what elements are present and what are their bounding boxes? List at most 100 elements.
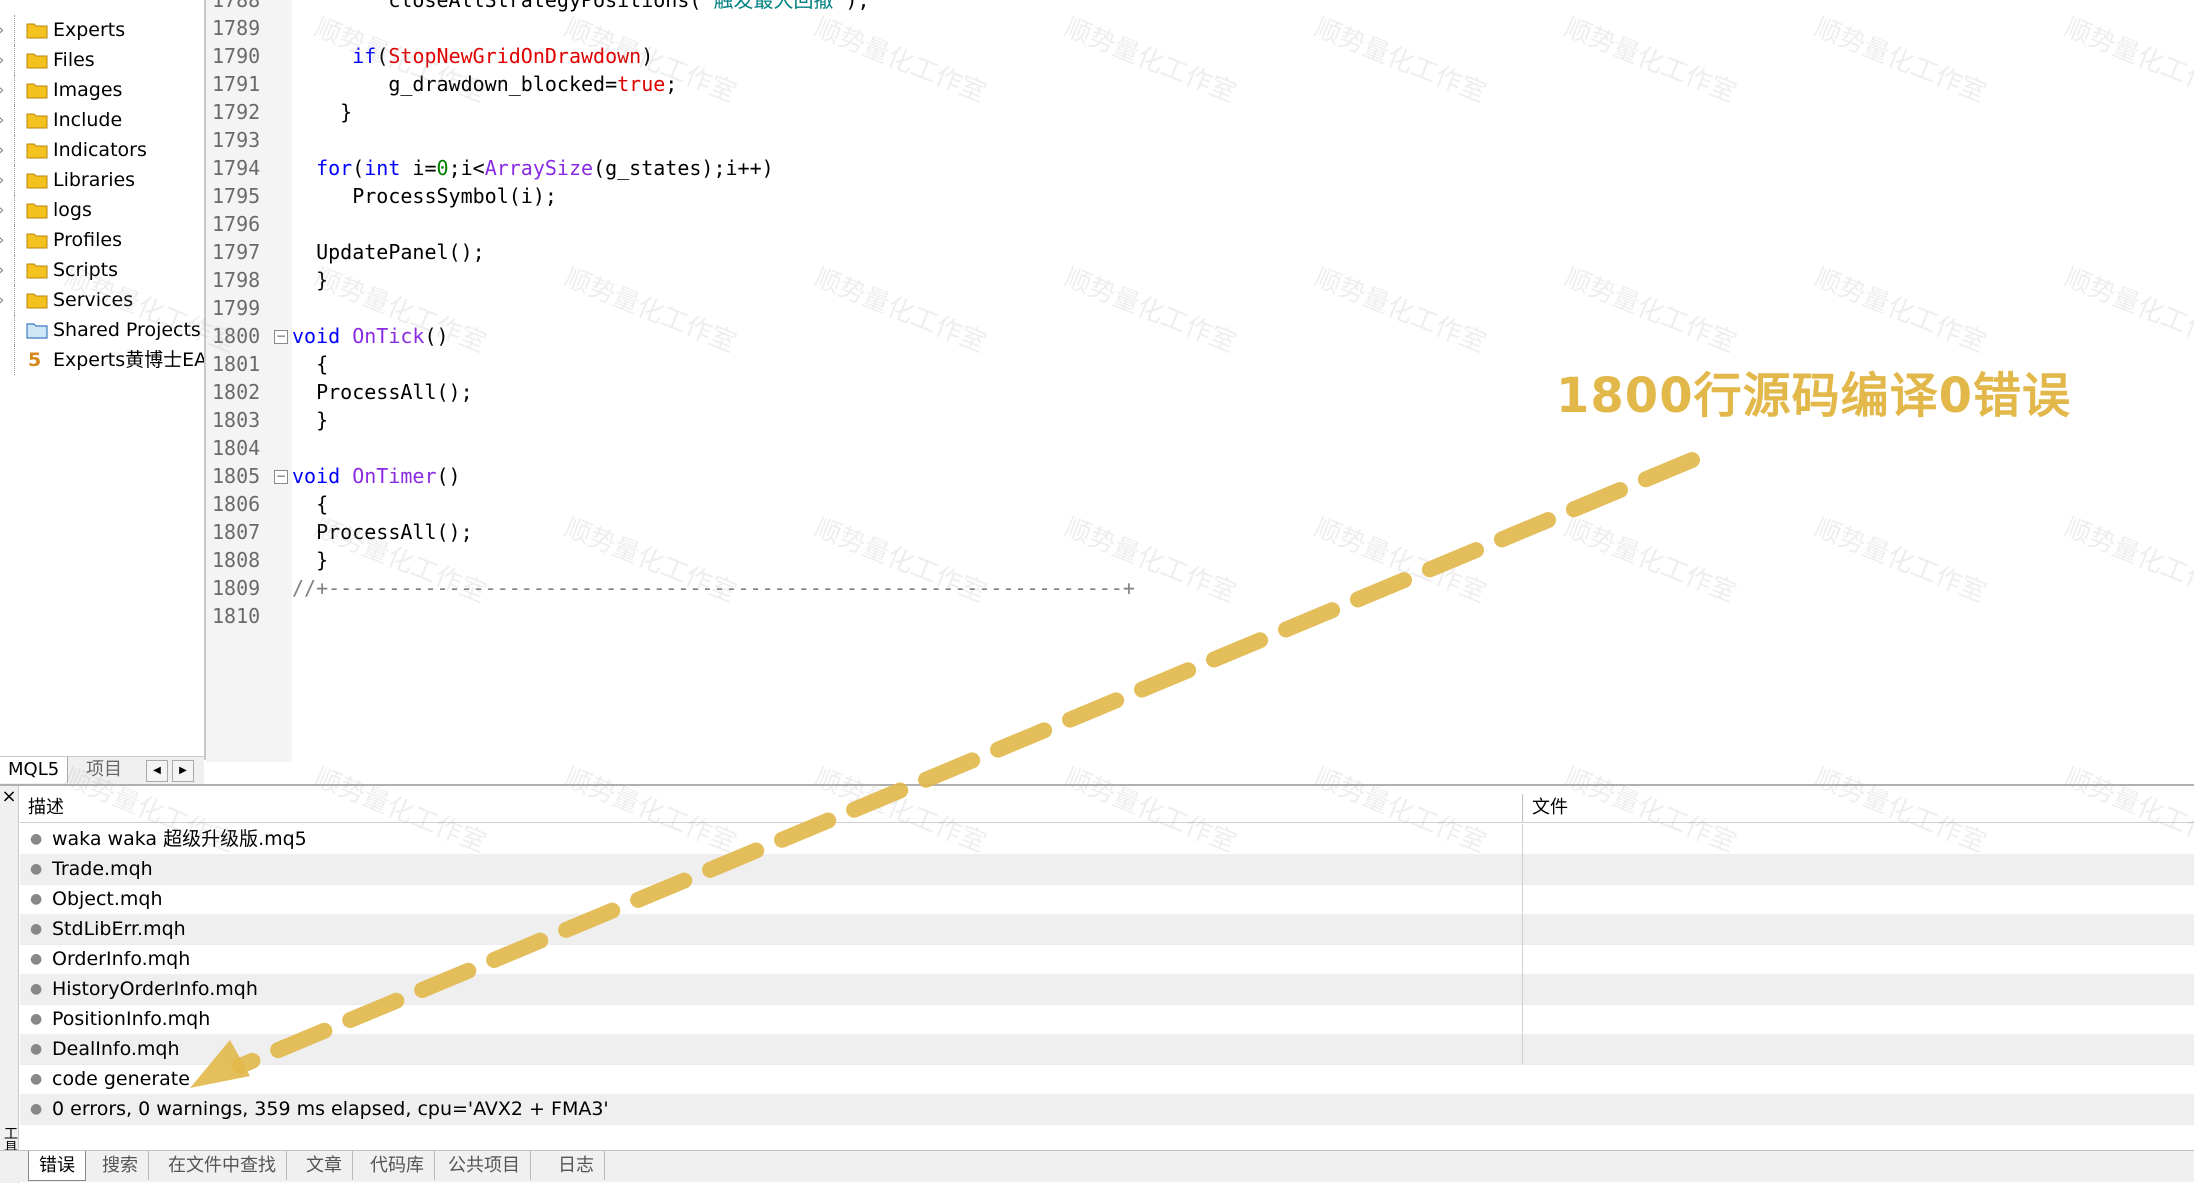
code-line[interactable]: g_drawdown_blocked=true;	[292, 70, 677, 98]
expand-chevron-icon[interactable]: ›	[0, 195, 10, 225]
folder-icon	[26, 233, 48, 249]
tree-connector	[14, 345, 16, 375]
tab-mql5[interactable]: MQL5	[0, 757, 69, 783]
column-divider	[1522, 1034, 1523, 1064]
navigator-item[interactable]: Shared Projects	[0, 315, 204, 345]
message-row[interactable]: ● OrderInfo.mqh	[20, 944, 2194, 975]
message-text: OrderInfo.mqh	[52, 948, 191, 970]
navigator-item[interactable]: › Services	[0, 285, 204, 315]
code-line[interactable]: if(StopNewGridOnDrawdown)	[292, 42, 653, 70]
navigator-item-label: Scripts	[53, 259, 119, 281]
toolbox-tab[interactable]: 在文件中查找	[158, 1151, 287, 1180]
tree-connector	[14, 15, 16, 45]
toolbox-tab[interactable]: 文章	[296, 1151, 353, 1180]
mq5-file-icon: 5	[28, 349, 42, 371]
message-row[interactable]: ● HistoryOrderInfo.mqh	[20, 974, 2194, 1005]
expand-chevron-icon[interactable]: ›	[0, 255, 10, 285]
column-header-description[interactable]: 描述	[28, 794, 64, 822]
line-number: 1792	[212, 100, 261, 124]
navigator-item-label: Experts黄博士EA.i	[53, 349, 206, 371]
message-row[interactable]: ● waka waka 超级升级版.mq5	[20, 824, 2194, 855]
navigator-item[interactable]: › Scripts	[0, 255, 204, 285]
tab-scroll-left-icon[interactable]: ◀	[146, 760, 168, 782]
line-number: 1797	[212, 240, 261, 264]
info-bullet-icon: ●	[30, 921, 43, 937]
expand-chevron-icon[interactable]: ›	[0, 75, 10, 105]
navigator-item[interactable]: › Images	[0, 75, 204, 105]
navigator-item[interactable]: › Profiles	[0, 225, 204, 255]
code-line[interactable]: }	[292, 546, 328, 574]
navigator-item[interactable]: › Libraries	[0, 165, 204, 195]
column-header-file[interactable]: 文件	[1532, 794, 1568, 822]
close-icon[interactable]: ×	[0, 788, 18, 806]
tree-connector	[14, 105, 16, 135]
navigator-item[interactable]: › logs	[0, 195, 204, 225]
message-row[interactable]: ● Trade.mqh	[20, 854, 2194, 885]
line-number: 1804	[212, 436, 261, 460]
navigator-item[interactable]: › Include	[0, 105, 204, 135]
code-line[interactable]: {	[292, 350, 328, 378]
navigator-item-label: Indicators	[53, 139, 147, 161]
code-line[interactable]: {	[292, 490, 328, 518]
expand-chevron-icon[interactable]: ›	[0, 45, 10, 75]
line-number: 1799	[212, 296, 261, 320]
code-line[interactable]: ProcessAll();	[292, 518, 473, 546]
line-number: 1789	[212, 16, 261, 40]
toolbox-tab[interactable]: 日志	[548, 1151, 605, 1180]
fold-toggle-icon[interactable]: −	[274, 470, 288, 484]
expand-chevron-icon[interactable]: ›	[0, 135, 10, 165]
code-line[interactable]: UpdatePanel();	[292, 238, 485, 266]
expand-chevron-icon[interactable]: ›	[0, 15, 10, 45]
code-line[interactable]: ProcessSymbol(i);	[292, 182, 557, 210]
message-row[interactable]: ● PositionInfo.mqh	[20, 1004, 2194, 1035]
folder-icon	[26, 293, 48, 309]
message-text: PositionInfo.mqh	[52, 1008, 211, 1030]
column-divider[interactable]	[1522, 794, 1523, 822]
column-divider	[1522, 914, 1523, 944]
message-row[interactable]: ● StdLibErr.mqh	[20, 914, 2194, 945]
code-line[interactable]: }	[292, 406, 328, 434]
expand-chevron-icon[interactable]: ›	[0, 105, 10, 135]
code-line[interactable]: ProcessAll();	[292, 378, 473, 406]
code-line[interactable]: void OnTimer()	[292, 462, 461, 490]
toolbox-tab[interactable]: 公共项目	[438, 1151, 531, 1180]
fold-toggle-icon[interactable]: −	[274, 330, 288, 344]
code-line[interactable]: closeAllStrategyPositions("触发最大回撤");	[292, 0, 869, 14]
navigator-item[interactable]: › Files	[0, 45, 204, 75]
navigator-item-label: Images	[53, 79, 123, 101]
messages-header: 描述 文件	[20, 794, 2194, 823]
message-row[interactable]: ● 0 errors, 0 warnings, 359 ms elapsed, c…	[20, 1094, 2194, 1125]
tree-connector	[14, 165, 16, 195]
toolbox-tab[interactable]: 搜索	[92, 1151, 149, 1180]
tab-scroll-right-icon[interactable]: ▶	[172, 760, 194, 782]
message-row[interactable]: ● DealInfo.mqh	[20, 1034, 2194, 1065]
tree-connector	[14, 195, 16, 225]
code-line[interactable]: }	[292, 98, 352, 126]
info-bullet-icon: ●	[30, 891, 43, 907]
annotation-callout: 1800行源码编译0错误	[1556, 368, 2071, 424]
navigator-item[interactable]: 5 Experts黄博士EA.i	[0, 345, 204, 375]
toolbox-tab[interactable]: 代码库	[360, 1151, 435, 1180]
toolbox-side-strip: × 工具箱	[0, 786, 19, 1183]
navigator-item[interactable]: › Experts	[0, 15, 204, 45]
code-line[interactable]: void OnTick()	[292, 322, 449, 350]
column-divider	[1522, 884, 1523, 914]
expand-chevron-icon[interactable]: ›	[0, 285, 10, 315]
message-row[interactable]: ● code generate	[20, 1064, 2194, 1095]
expand-chevron-icon[interactable]: ›	[0, 225, 10, 255]
code-line[interactable]: //+-------------------------------------…	[292, 574, 1135, 602]
code-line[interactable]: }	[292, 266, 328, 294]
line-number: 1798	[212, 268, 261, 292]
folder-icon	[26, 143, 48, 159]
tree-connector	[14, 75, 16, 105]
message-row[interactable]: ● Object.mqh	[20, 884, 2194, 915]
tab-project[interactable]: 项目	[78, 757, 130, 783]
line-number-gutter: 1788 1789 1790 1791 1792 1793 1794 1795 1796 1797…	[206, 0, 292, 762]
message-text: StdLibErr.mqh	[52, 918, 186, 940]
expand-chevron-icon[interactable]: ›	[0, 165, 10, 195]
toolbox-tab[interactable]: 错误	[28, 1151, 86, 1181]
folder-icon	[26, 113, 48, 129]
navigator-item[interactable]: › Indicators	[0, 135, 204, 165]
line-number: 1808	[212, 548, 261, 572]
code-line[interactable]: for(int i=0;i<ArraySize(g_states);i++)	[292, 154, 774, 182]
